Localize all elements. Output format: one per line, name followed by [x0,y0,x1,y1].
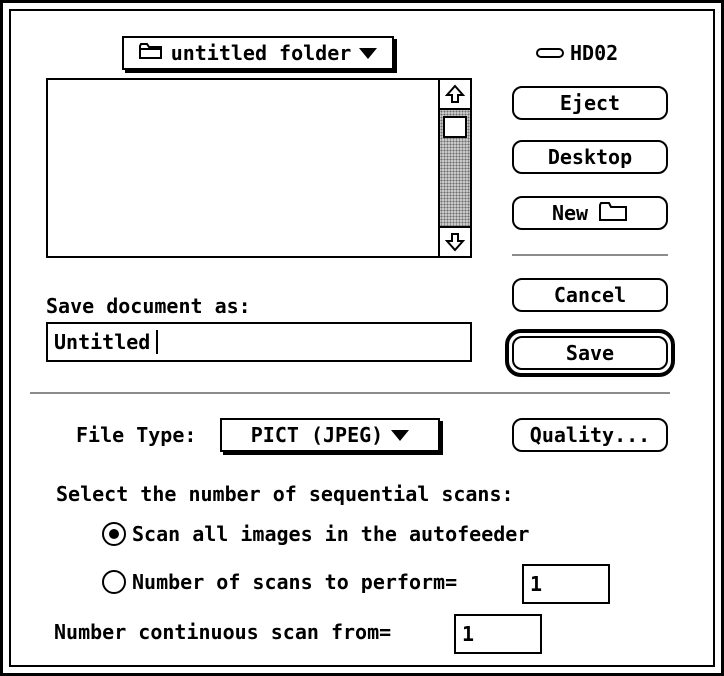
number-of-scans-value: 1 [530,572,543,596]
disk-name: HD02 [570,41,619,65]
chevron-down-icon [391,429,410,441]
new-folder-button[interactable]: New [512,196,668,230]
radio-scan-all[interactable]: Scan all images in the autofeeder [102,522,529,546]
desktop-button-label: Desktop [547,145,633,169]
disk-indicator: HD02 [536,40,676,66]
radio-number-of-scans-label: Number of scans to perform= [132,570,458,594]
file-type-selected: PICT (JPEG) [250,423,384,447]
number-of-scans-field[interactable]: 1 [522,564,610,604]
radio-scan-all-label: Scan all images in the autofeeder [132,522,530,546]
file-list[interactable] [46,78,472,258]
folder-icon [598,200,628,227]
save-button-label: Save [565,341,615,365]
quality-button[interactable]: Quality... [512,418,668,452]
file-type-label: File Type: [76,423,197,447]
section-divider [30,392,670,394]
save-as-value: Untitled [54,330,151,354]
continuous-scan-field[interactable]: 1 [454,614,542,654]
radio-number-of-scans-control[interactable] [102,570,126,594]
eject-button[interactable]: Eject [512,86,668,120]
folder-icon [138,42,163,64]
save-as-field[interactable]: Untitled [46,322,472,362]
chevron-down-icon [359,47,378,59]
radio-number-of-scans[interactable]: Number of scans to perform= [102,570,457,594]
save-as-label: Save document as: [46,294,251,318]
continuous-scan-value: 1 [462,622,475,646]
continuous-scan-label: Number continuous scan from= [54,620,392,644]
scroll-down-arrow-icon[interactable] [440,228,470,256]
folder-popup[interactable]: untitled folder [122,36,394,70]
hard-disk-icon [536,44,564,63]
folder-popup-label: untitled folder [170,41,352,65]
scroll-thumb[interactable] [443,116,467,138]
divider [512,254,668,256]
scans-heading: Select the number of sequential scans: [56,482,514,506]
new-folder-button-label: New [551,201,589,225]
text-caret [156,330,159,354]
eject-button-label: Eject [559,91,621,115]
radio-scan-all-control[interactable] [102,522,126,546]
cancel-button-label: Cancel [553,283,627,307]
quality-button-label: Quality... [529,423,651,447]
radio-selected-dot [109,529,119,539]
save-button[interactable]: Save [512,336,668,370]
list-scrollbar[interactable] [438,80,470,256]
desktop-button[interactable]: Desktop [512,140,668,174]
scroll-up-arrow-icon[interactable] [440,80,470,108]
file-type-popup[interactable]: PICT (JPEG) [220,418,440,452]
cancel-button[interactable]: Cancel [512,278,668,312]
